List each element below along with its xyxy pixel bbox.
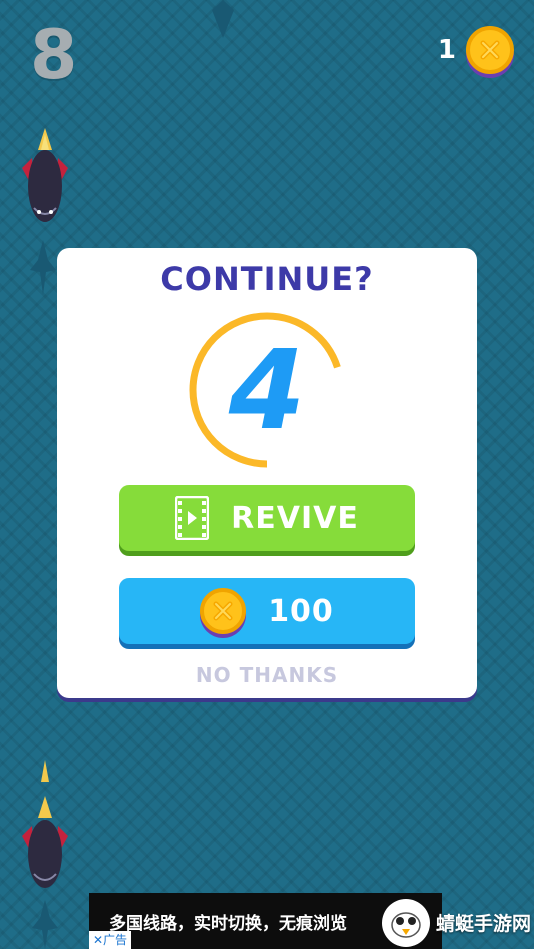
score-counter: 8: [30, 16, 78, 95]
countdown-number: 4: [228, 326, 306, 454]
fish-icon: [30, 240, 56, 295]
coin-count: 1: [437, 35, 456, 65]
coin-counter: 1: [438, 26, 514, 74]
film-strip-icon: [175, 496, 210, 540]
watermark-text: 蜻蜓手游网: [436, 913, 532, 935]
revive-label: REVIVE: [231, 500, 359, 536]
dialog-title: CONTINUE?: [160, 260, 374, 298]
coin-icon: [466, 26, 514, 74]
revive-button[interactable]: REVIVE: [119, 485, 415, 551]
fish-icon: [212, 0, 234, 38]
bird-mascot-icon: [382, 898, 430, 947]
no-thanks-button[interactable]: NO THANKS: [57, 663, 477, 687]
ad-close-tag[interactable]: ✕广告: [89, 931, 132, 949]
ad-text: 多国线路，实时切换，无痕浏览: [109, 914, 347, 934]
coin-cost-label: 100: [268, 593, 334, 629]
continue-dialog: CONTINUE? 4 REVIVE 100 NO THANKS: [57, 248, 477, 698]
watermark-logo: 蜻蜓手游网: [382, 896, 534, 949]
player-shark-icon: [22, 128, 68, 222]
fish-icon: [32, 900, 58, 949]
coin-continue-button[interactable]: 100: [119, 578, 415, 644]
countdown-timer: 4: [187, 310, 347, 470]
player-shark-icon: [22, 760, 68, 888]
coin-icon: [200, 588, 247, 634]
